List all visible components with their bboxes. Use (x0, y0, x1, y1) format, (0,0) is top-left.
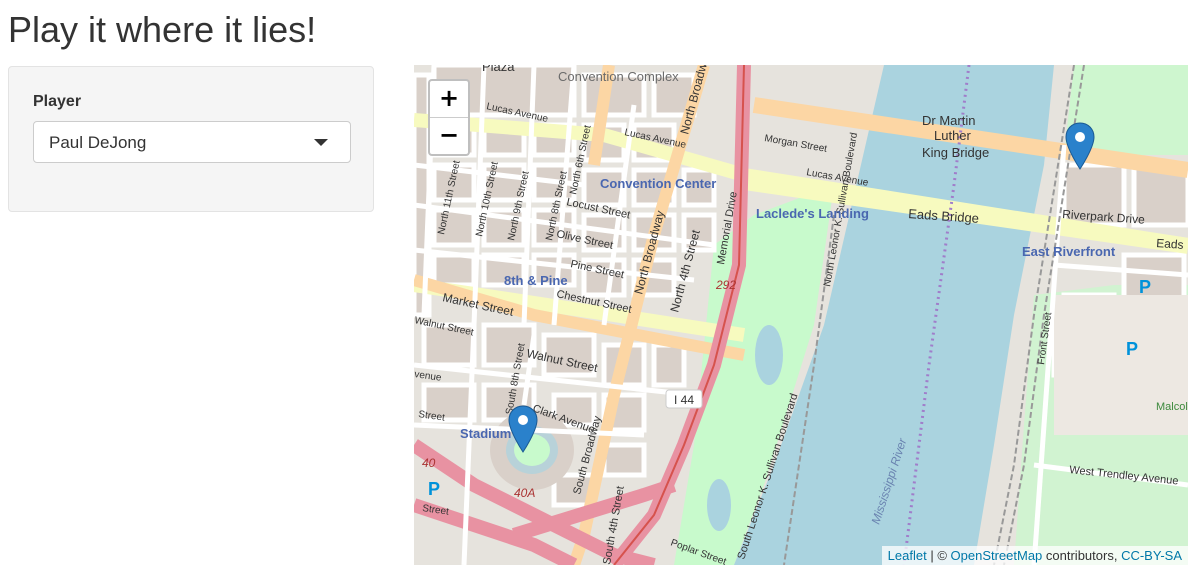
route-shield: I 44 (674, 393, 694, 407)
map-label: Malcolm W. Martin Memorial Park (1156, 401, 1188, 413)
map-attribution: Leaflet | © OpenStreetMap contributors, … (881, 546, 1188, 565)
attribution-separator: | © (926, 548, 951, 563)
zoom-in-button[interactable]: + (430, 81, 468, 117)
map-label: King Bridge (922, 145, 989, 160)
sidebar-panel: Player Paul DeJong (8, 66, 374, 212)
map[interactable]: P P P Plaza Convention Complex Dr Martin… (414, 65, 1188, 565)
zoom-out-button[interactable]: − (430, 117, 468, 154)
zoom-control: + − (428, 79, 470, 156)
map-label: Eads (1156, 236, 1184, 252)
map-label: Dr Martin (922, 113, 975, 128)
player-select[interactable]: Paul DeJong (33, 121, 351, 163)
chevron-down-icon (314, 139, 328, 146)
route-label: 40 (422, 456, 436, 470)
parking-icon: P (1126, 339, 1138, 359)
osm-link[interactable]: OpenStreetMap (951, 548, 1043, 563)
map-label: Luther (934, 128, 972, 143)
parking-icon: P (428, 479, 440, 499)
map-label: Convention Center (600, 176, 716, 191)
parking-icon: P (1139, 277, 1151, 297)
map-label: 8th & Pine (504, 273, 568, 288)
license-link[interactable]: CC-BY-SA (1121, 548, 1182, 563)
route-label: 292 (715, 278, 736, 292)
map-marker-icon[interactable] (508, 405, 538, 453)
attribution-contributors: contributors, (1042, 548, 1122, 563)
map-label: East Riverfront (1022, 244, 1116, 259)
page-title: Play it where it lies! (8, 9, 317, 50)
map-label: Plaza (482, 65, 515, 74)
map-label: Stadium (460, 426, 511, 441)
leaflet-link[interactable]: Leaflet (888, 548, 927, 563)
map-marker-icon[interactable] (1065, 122, 1095, 170)
player-label: Player (33, 93, 82, 110)
route-label: 40A (514, 486, 535, 500)
map-label: Convention Complex (558, 69, 679, 84)
map-label: Laclede's Landing (756, 206, 869, 221)
player-select-value: Paul DeJong (49, 133, 147, 152)
